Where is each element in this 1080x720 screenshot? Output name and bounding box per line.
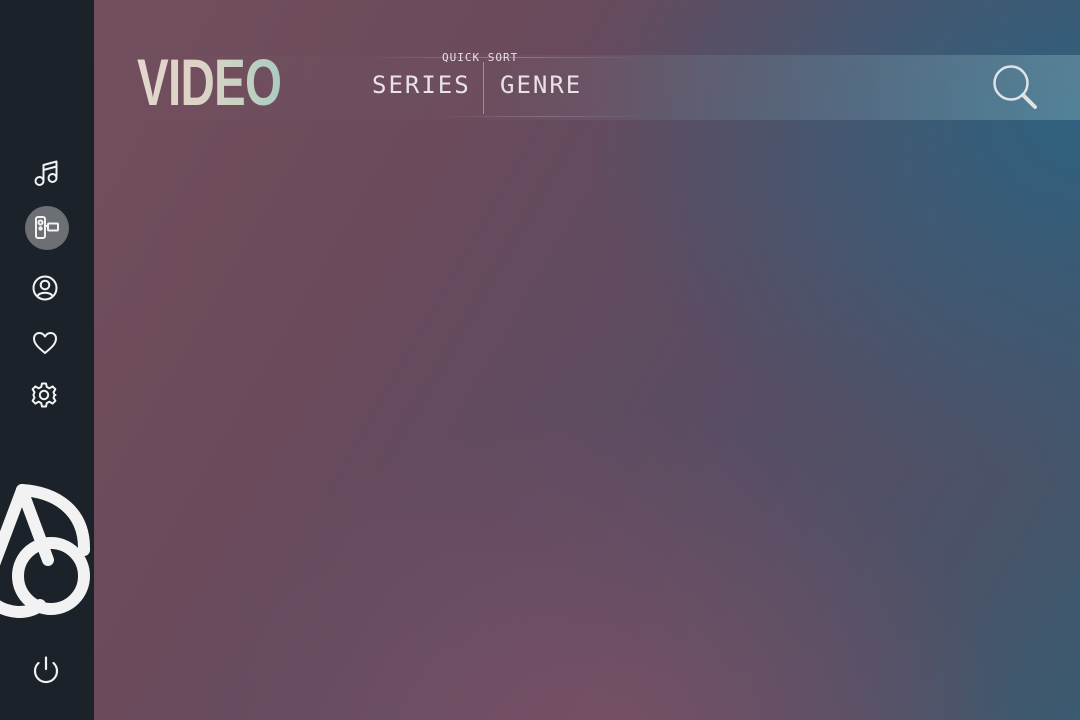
sidebar-item-video[interactable] — [25, 206, 69, 250]
sidebar-item-favorites[interactable] — [23, 321, 67, 365]
music-note-icon — [32, 158, 62, 188]
user-profile-icon — [30, 273, 60, 303]
power-icon — [24, 656, 68, 696]
sort-divider — [483, 62, 484, 114]
video-camera-icon — [32, 213, 62, 243]
search-icon — [990, 65, 1042, 118]
sidebar-item-settings[interactable] — [22, 373, 66, 417]
power-button[interactable] — [24, 648, 68, 696]
heart-icon — [30, 328, 60, 358]
gear-icon — [29, 380, 59, 410]
sidebar-item-music[interactable] — [25, 151, 69, 195]
sort-option-genre[interactable]: GENRE — [500, 71, 582, 99]
sidebar — [0, 0, 94, 720]
sort-option-series[interactable]: SERIES — [372, 71, 471, 99]
sidebar-item-profile[interactable] — [23, 266, 67, 310]
app-window: VIDEO QUICK SORT SERIES GENRE — [0, 0, 1080, 720]
quick-sort-divider-bottom — [430, 116, 650, 117]
app-logo — [0, 480, 94, 620]
page-title: VIDEO — [137, 45, 282, 119]
search-button[interactable] — [990, 62, 1042, 114]
quick-sort-label: QUICK SORT — [442, 51, 519, 64]
